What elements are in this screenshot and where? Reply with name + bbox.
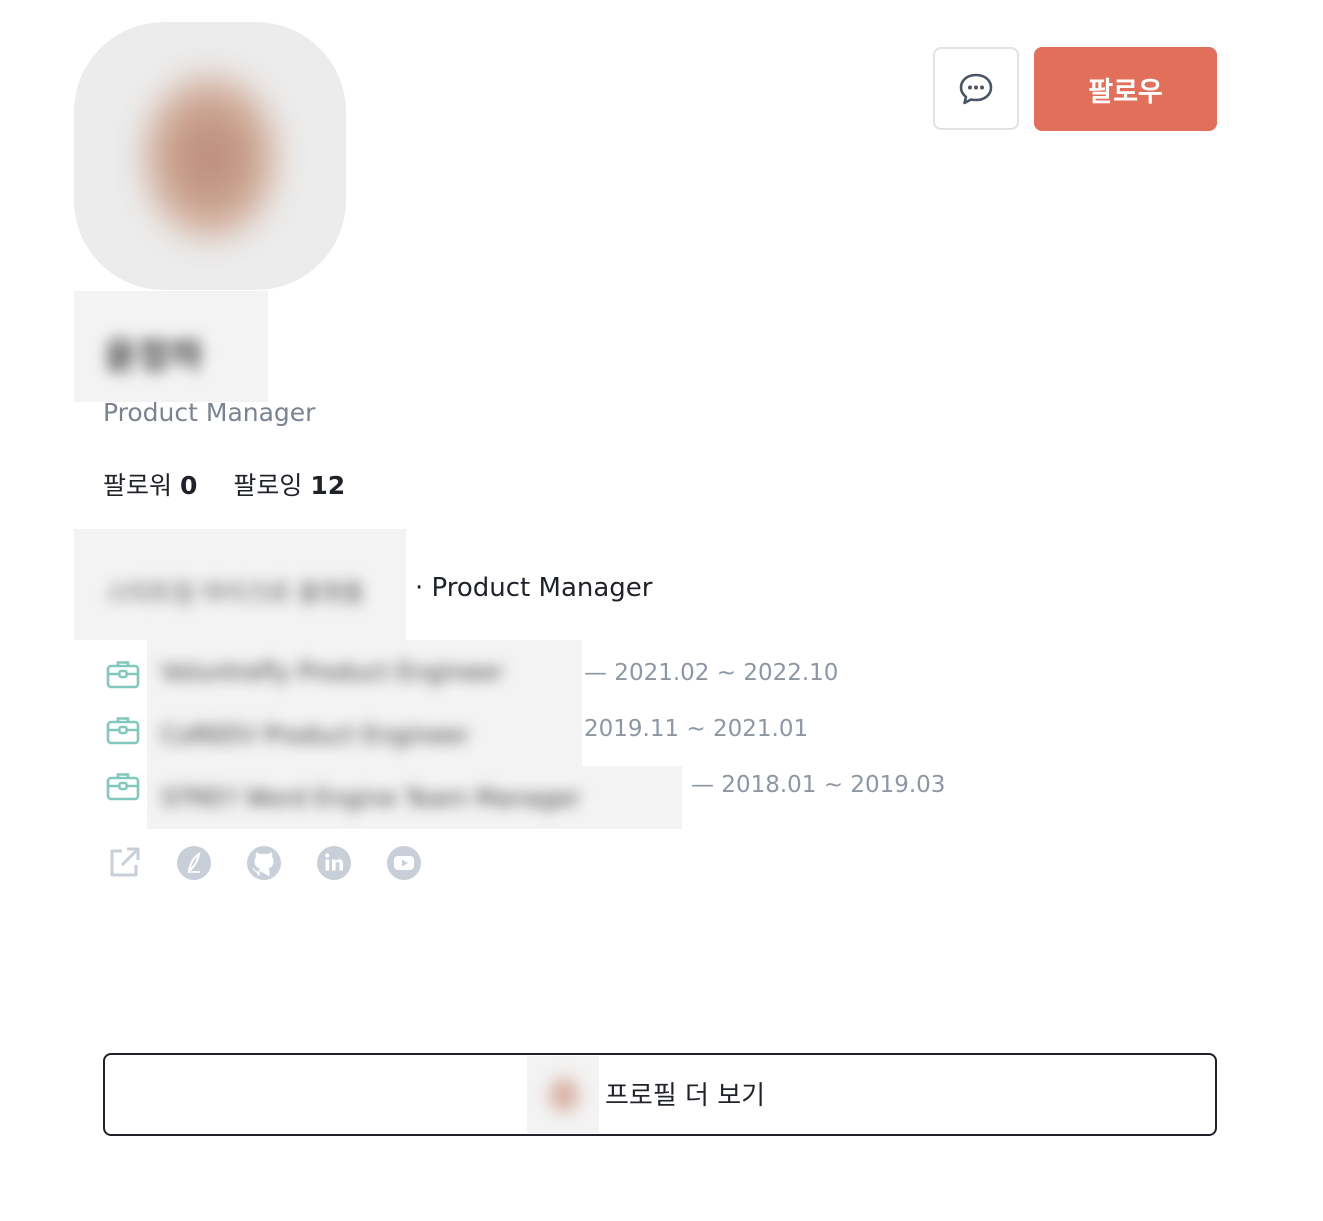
linkedin-icon[interactable] <box>316 845 352 881</box>
briefcase-icon <box>106 661 140 689</box>
profile-name-box: 윤정하 <box>74 291 268 402</box>
career-period: 2019.11 ~ 2021.01 <box>584 716 809 742</box>
career-company: STREY Word Engine Team Manager <box>161 784 581 812</box>
external-link-icon[interactable] <box>106 845 142 881</box>
career-period: — 2021.02 ~ 2022.10 <box>584 660 839 686</box>
message-button[interactable] <box>933 47 1019 130</box>
current-role: · Product Manager <box>415 573 653 603</box>
career-period: — 2018.01 ~ 2019.03 <box>691 772 946 798</box>
followers-stat[interactable]: 팔로워 0 <box>103 471 197 500</box>
mini-avatar <box>527 1056 599 1133</box>
briefcase-icon <box>106 773 140 801</box>
career-company-box: STREY Word Engine Team Manager <box>147 766 682 829</box>
youtube-icon[interactable] <box>386 845 422 881</box>
view-more-profile-button[interactable]: 프로필 더 보기 <box>103 1053 1217 1136</box>
followers-label: 팔로워 <box>103 471 173 500</box>
career-company-box: Voluntrefly Product Engineer <box>147 640 582 703</box>
career-company-box: CoREEV Product Engineer <box>147 703 582 766</box>
profile-name: 윤정하 <box>104 336 204 377</box>
following-stat[interactable]: 팔로잉 12 <box>233 471 345 500</box>
follow-stats: 팔로워 0 팔로잉 12 <box>103 466 345 502</box>
github-icon[interactable] <box>246 845 282 881</box>
job-title: Product Manager <box>103 398 316 427</box>
chat-bubble-icon <box>959 73 993 104</box>
following-label: 팔로잉 <box>233 471 303 500</box>
current-company: 스타트업 마이크로 플랫폼 <box>106 579 365 607</box>
avatar-image <box>140 72 280 242</box>
following-count: 12 <box>310 471 346 500</box>
follow-button[interactable]: 팔로우 <box>1034 47 1217 131</box>
followers-count: 0 <box>179 471 198 500</box>
view-more-profile-label: 프로필 더 보기 <box>605 1081 766 1111</box>
career-company: CoREEV Product Engineer <box>161 721 470 749</box>
blog-pen-icon[interactable] <box>176 845 212 881</box>
career-company: Voluntrefly Product Engineer <box>161 658 504 686</box>
briefcase-icon <box>106 717 140 745</box>
current-company-box: 스타트업 마이크로 플랫폼 <box>74 529 406 640</box>
profile-avatar <box>74 22 346 290</box>
